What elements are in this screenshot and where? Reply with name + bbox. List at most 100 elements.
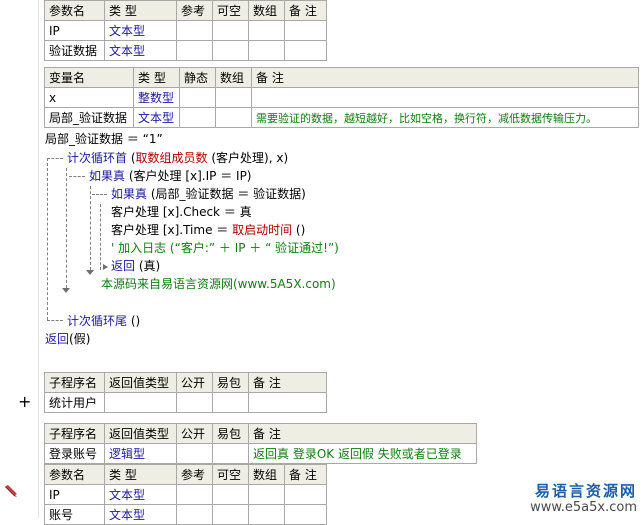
table-row[interactable]: x 整数型 [44, 87, 639, 108]
code-line[interactable]: 计次循环首 (取数组成员数 (客户处理), x) [67, 150, 288, 166]
table-row[interactable]: 验证数据 文本型 [44, 40, 327, 61]
col-header: 变量名 [44, 67, 134, 88]
code-line[interactable]: 返回 (真) [111, 258, 160, 274]
table-row[interactable]: IP 文本型 [44, 20, 327, 41]
flow-guide [69, 176, 85, 177]
code-line[interactable]: 如果真 (局部_验证数据 ＝ 验证数据) [111, 186, 306, 202]
return-type-cell[interactable] [104, 392, 177, 413]
code-text: (客户处理), x) [211, 151, 289, 165]
col-header: 可空 [212, 0, 249, 21]
param-name-cell[interactable]: 验证数据 [44, 40, 105, 61]
code-line[interactable]: 计次循环尾 () [67, 313, 140, 329]
comment-line[interactable]: 本源码来自易语言资源网(www.5A5X.com) [101, 276, 336, 292]
code-text: (客户处理 [x].IP ＝ IP) [128, 169, 252, 183]
var-type-cell[interactable]: 整数型 [133, 87, 180, 108]
table-row[interactable]: 统计用户 [44, 392, 327, 413]
flow-guide [90, 186, 91, 270]
flow-guide [100, 204, 101, 270]
code-text: () [127, 314, 141, 328]
comment-line[interactable]: ' 加入日志 (“客户:” ＋ IP ＋ “ 验证通过!”) [111, 240, 339, 256]
code-line[interactable]: 局部_验证数据 ＝ “1” [45, 131, 163, 147]
col-header: 数组 [248, 464, 285, 485]
param-nullable-cell[interactable] [212, 484, 249, 505]
param-array-cell[interactable] [248, 20, 285, 41]
table-row[interactable]: IP 文本型 [44, 484, 327, 505]
col-header: 易包 [212, 423, 249, 444]
param-ref-cell[interactable] [176, 484, 213, 505]
param-nullable-cell[interactable] [212, 20, 249, 41]
col-header: 参考 [176, 464, 213, 485]
epackage-cell[interactable] [212, 443, 249, 464]
if-keyword: 如果真 [111, 187, 148, 201]
code-line[interactable]: 返回(假) [45, 331, 90, 347]
param-type-cell[interactable]: 文本型 [104, 504, 177, 525]
table-header-row: 参数名 类 型 参考 可空 数组 备 注 [44, 0, 327, 21]
var-note-cell[interactable] [251, 87, 639, 108]
function-name: 取数组成员数 [135, 151, 208, 165]
return-type-cell[interactable]: 逻辑型 [104, 443, 177, 464]
param-note-cell[interactable] [284, 484, 327, 505]
var-type-cell[interactable]: 文本型 [133, 107, 180, 128]
public-cell[interactable] [176, 443, 213, 464]
table-row[interactable]: 账号 文本型 [44, 504, 327, 525]
col-header: 公开 [176, 423, 213, 444]
param-type-cell[interactable]: 文本型 [104, 40, 177, 61]
param-ref-cell[interactable] [176, 20, 213, 41]
note-cell[interactable]: 返回真 登录OK 返回假 失败或者已登录 [248, 443, 477, 464]
note-cell[interactable] [248, 392, 327, 413]
param-ref-cell[interactable] [176, 40, 213, 61]
watermark-url: www.e5a5x.com [530, 500, 637, 515]
function-name: 取启动时间 [232, 223, 293, 237]
var-note-cell[interactable]: 需要验证的数据，越短越好，比如空格，换行符，减低数据传输压力。 [251, 107, 639, 128]
param-array-cell[interactable] [248, 484, 285, 505]
edit-pencil-icon [5, 485, 17, 497]
param-array-cell[interactable] [248, 40, 285, 61]
table-row[interactable]: 登录账号 逻辑型 返回真 登录OK 返回假 失败或者已登录 [44, 443, 477, 464]
var-array-cell[interactable] [215, 107, 252, 128]
param-name-cell[interactable]: IP [44, 484, 105, 505]
editor-gutter [0, 0, 40, 518]
var-name-cell[interactable]: x [44, 87, 134, 108]
table-header-row: 子程序名 返回值类型 公开 易包 备 注 [44, 423, 477, 444]
param-name-cell[interactable]: IP [44, 20, 105, 41]
subprogram-name-cell[interactable]: 登录账号 [44, 443, 105, 464]
expand-icon[interactable]: + [18, 394, 31, 410]
param-name-cell[interactable]: 账号 [44, 504, 105, 525]
param-type-cell[interactable]: 文本型 [104, 20, 177, 41]
param-array-cell[interactable] [248, 504, 285, 525]
param-nullable-cell[interactable] [212, 504, 249, 525]
code-text: (真) [138, 259, 161, 273]
param-note-cell[interactable] [284, 40, 327, 61]
var-static-cell[interactable] [179, 107, 216, 128]
var-name-cell[interactable]: 局部_验证数据 [44, 107, 134, 128]
param-type-cell[interactable]: 文本型 [104, 484, 177, 505]
table-row[interactable]: 局部_验证数据 文本型 需要验证的数据，越短越好，比如空格，换行符，减低数据传输… [44, 107, 639, 128]
col-header: 子程序名 [44, 372, 105, 393]
col-header: 返回值类型 [104, 372, 177, 393]
table-header-row: 子程序名 返回值类型 公开 易包 备 注 [44, 372, 327, 393]
col-header: 备 注 [251, 67, 639, 88]
flow-guide [47, 158, 63, 159]
param-nullable-cell[interactable] [212, 40, 249, 61]
subprogram-name-cell[interactable]: 统计用户 [44, 392, 105, 413]
var-array-cell[interactable] [215, 87, 252, 108]
param-table-top: 参数名 类 型 参考 可空 数组 备 注 IP 文本型 验证数据 文本型 [44, 0, 327, 61]
col-header: 可空 [212, 464, 249, 485]
public-cell[interactable] [176, 392, 213, 413]
code-text: 客户处理 [x].Time ＝ [111, 223, 233, 237]
subprogram-table-2: 子程序名 返回值类型 公开 易包 备 注 登录账号 逻辑型 返回真 登录OK 返… [44, 423, 477, 464]
param-ref-cell[interactable] [176, 504, 213, 525]
return-keyword: 返回 [45, 332, 70, 346]
var-static-cell[interactable] [179, 87, 216, 108]
loop-end-keyword: 计次循环尾 [67, 314, 128, 328]
code-line[interactable]: 客户处理 [x].Check ＝ 真 [111, 204, 252, 220]
code-line[interactable]: 客户处理 [x].Time ＝ 取启动时间 () [111, 222, 305, 238]
flow-guide [47, 158, 48, 320]
col-header: 公开 [176, 372, 213, 393]
flow-guide [47, 320, 63, 321]
code-line[interactable]: 如果真 (客户处理 [x].IP ＝ IP) [89, 168, 251, 184]
param-note-cell[interactable] [284, 20, 327, 41]
param-note-cell[interactable] [284, 504, 327, 525]
epackage-cell[interactable] [212, 392, 249, 413]
return-keyword: 返回 [111, 259, 136, 273]
